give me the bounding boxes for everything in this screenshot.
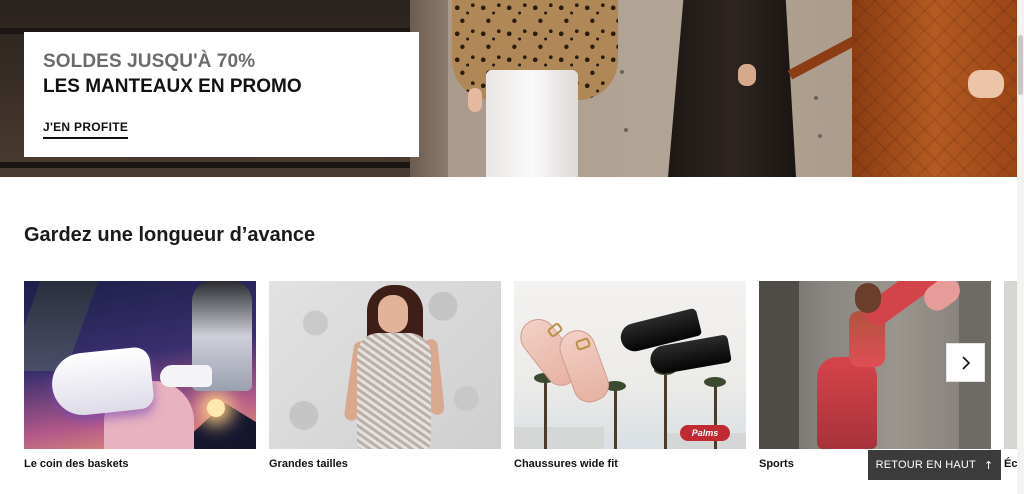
promo-cta-link[interactable]: J'EN PROFITE [43,120,129,139]
scrollbar-thumb[interactable] [1018,35,1023,95]
hero-model-white-pants [486,70,578,177]
category-card-grandes-tailles[interactable]: Grandes tailles [269,281,501,470]
back-to-top-button[interactable]: RETOUR EN HAUT ↑ [868,450,1001,480]
palms-sign: Palms [680,425,730,441]
hero-model-black-coat [668,0,796,177]
category-label[interactable]: Le coin des baskets [24,458,129,470]
promo-headline-coats: LES MANTEAUX EN PROMO [43,76,302,97]
arrow-up-icon: ↑ [983,458,994,472]
category-label[interactable]: Éc [1004,458,1017,470]
category-label[interactable]: Sports [759,458,794,470]
category-label[interactable]: Chaussures wide fit [514,458,618,470]
back-to-top-label: RETOUR EN HAUT [875,459,976,471]
promo-headline-sale: SOLDES JUSQU'À 70% [43,51,256,72]
category-card-baskets[interactable]: Le coin des baskets [24,281,256,470]
section-title: Gardez une longueur d’avance [24,224,316,246]
category-label[interactable]: Grandes tailles [269,458,348,470]
category-image-grandes-tailles [269,281,501,449]
chevron-right-icon [961,355,970,370]
carousel-next-button[interactable] [946,343,985,382]
category-image-partial [1004,281,1017,449]
category-image-baskets [24,281,256,449]
promo-card: SOLDES JUSQU'À 70% LES MANTEAUX EN PROMO… [24,32,419,157]
category-card-partial[interactable]: Éc [1004,281,1017,470]
category-card-wide-fit[interactable]: Palms Chaussures wide fit [514,281,746,470]
page-scrollbar[interactable] [1017,0,1024,494]
category-image-wide-fit: Palms [514,281,746,449]
hero-banner[interactable]: SOLDES JUSQU'À 70% LES MANTEAUX EN PROMO… [0,0,1017,177]
